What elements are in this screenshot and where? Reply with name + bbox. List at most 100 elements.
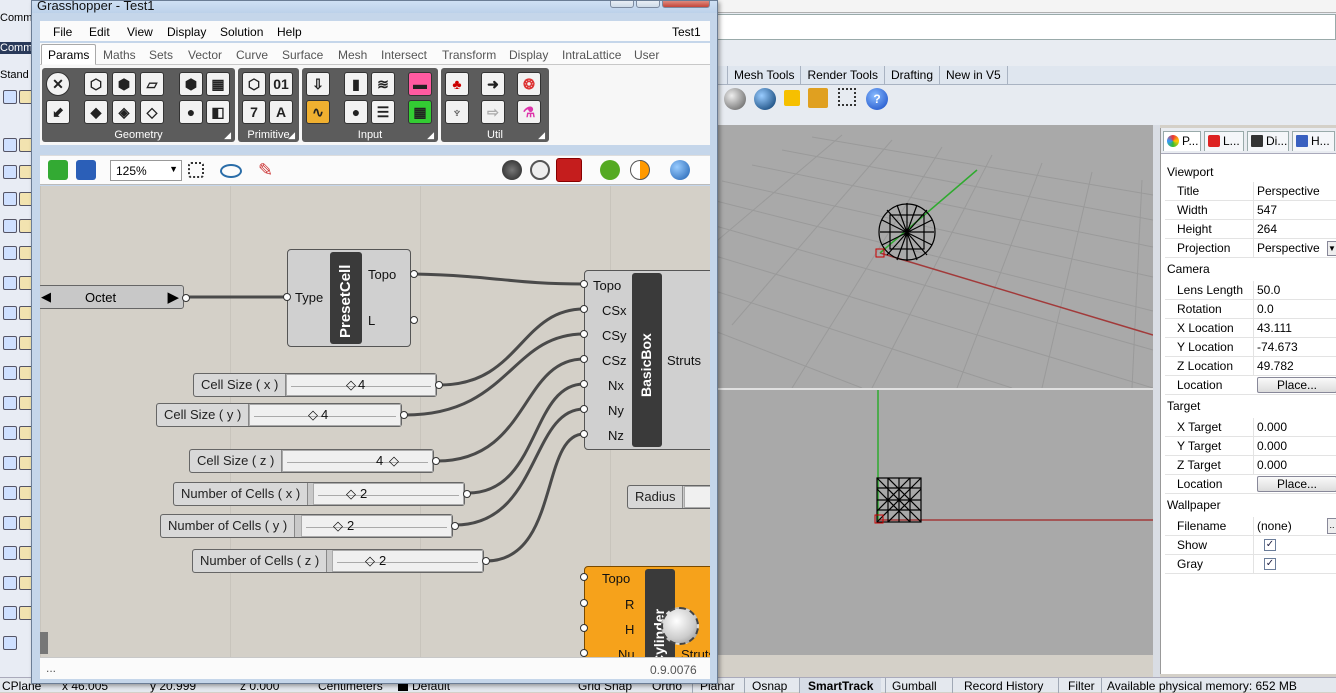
- point-param-icon[interactable]: ◇: [140, 100, 164, 124]
- canvas-scroll-handle[interactable]: [40, 632, 48, 654]
- presetcell-input-grip[interactable]: [283, 293, 291, 301]
- slider-number-of-cells-y-grip[interactable]: [451, 522, 459, 530]
- fillet-icon[interactable]: [3, 456, 17, 470]
- slider-thumb-icon[interactable]: ◇: [346, 486, 356, 502]
- flask-icon[interactable]: ⚗: [517, 100, 541, 124]
- target-place-button[interactable]: Place...: [1257, 476, 1336, 492]
- number-param-icon[interactable]: 7: [242, 100, 266, 124]
- slider-thumb-icon[interactable]: ◇: [389, 453, 399, 469]
- boolean-param-icon[interactable]: ⬡: [242, 72, 266, 96]
- import-icon[interactable]: ⇩: [306, 72, 330, 96]
- fitness-icon[interactable]: ❂: [517, 72, 541, 96]
- array-icon[interactable]: [3, 486, 17, 500]
- slider-number-of-cells-y[interactable]: Number of Cells ( y ) ◇ 2: [160, 514, 453, 538]
- move-icon[interactable]: [3, 366, 17, 380]
- menu-display[interactable]: Display: [167, 25, 206, 39]
- tab-sets[interactable]: Sets: [149, 48, 173, 62]
- menu-view[interactable]: View: [127, 25, 153, 39]
- tab-curve[interactable]: Curve: [236, 48, 268, 62]
- text-icon[interactable]: [3, 576, 17, 590]
- gh-title-bar[interactable]: Grasshopper - Test1: [32, 1, 717, 13]
- value-list-output-grip[interactable]: [182, 294, 190, 302]
- integer-param-icon[interactable]: 01: [269, 72, 293, 96]
- open-file-icon[interactable]: [48, 160, 68, 180]
- rhino-command-line[interactable]: [712, 14, 1336, 40]
- surface-icon[interactable]: [3, 276, 17, 290]
- zoom-select[interactable]: 125% ▼: [110, 160, 182, 181]
- value-list-icon[interactable]: ☰: [371, 100, 395, 124]
- slider-cell-size-x-grip[interactable]: [435, 381, 443, 389]
- text-param-icon[interactable]: A: [269, 100, 293, 124]
- tab-new-in-v5[interactable]: New in V5: [940, 66, 1008, 84]
- cylinder-r-grip[interactable]: [580, 599, 588, 607]
- slider-thumb-icon[interactable]: ◇: [308, 407, 318, 423]
- gh-canvas[interactable]: ◀ Octet ▶ Type PresetCell Topo L Topo CS…: [40, 186, 710, 657]
- presetcell-l-grip[interactable]: [410, 316, 418, 324]
- line-param-icon[interactable]: ◆: [84, 100, 108, 124]
- shaded-preview-icon[interactable]: [556, 158, 582, 182]
- slider-thumb-icon[interactable]: ◇: [346, 377, 356, 393]
- mesh-icon[interactable]: [3, 336, 17, 350]
- colour-swatch-icon[interactable]: ▦: [408, 100, 432, 124]
- slider-thumb-icon[interactable]: ◇: [333, 518, 343, 534]
- camera-place-button[interactable]: Place...: [1257, 377, 1336, 393]
- ztarget-field[interactable]: 0.000: [1257, 458, 1287, 472]
- basicbox-ny-grip[interactable]: [580, 405, 588, 413]
- group-util-label[interactable]: Util ◢: [441, 129, 549, 141]
- width-field[interactable]: 547: [1257, 203, 1277, 217]
- point-icon[interactable]: [3, 138, 17, 152]
- yloc-field[interactable]: -74.673: [1257, 340, 1298, 354]
- slider-icon[interactable]: ≋: [371, 72, 395, 96]
- arrow-left-icon[interactable]: ◀: [41, 289, 51, 305]
- osnap-toggle[interactable]: Osnap: [752, 679, 787, 693]
- slider-number-of-cells-z[interactable]: Number of Cells ( z ) ◇ 2: [192, 549, 484, 573]
- selected-preview-icon[interactable]: [600, 160, 620, 180]
- save-icon[interactable]: [76, 160, 96, 180]
- tab-intralattice[interactable]: IntraLattice: [562, 48, 621, 62]
- tab-mesh-tools[interactable]: Mesh Tools: [728, 66, 802, 84]
- render-settings-gear-icon[interactable]: [808, 88, 828, 108]
- projection-select[interactable]: Perspective: [1257, 241, 1320, 255]
- title-field[interactable]: Perspective: [1257, 184, 1320, 198]
- tab-drafting[interactable]: Drafting: [885, 66, 941, 84]
- basicbox-csx-grip[interactable]: [580, 305, 588, 313]
- circle-param-icon[interactable]: ◈: [112, 100, 136, 124]
- new-file-icon[interactable]: [3, 90, 17, 104]
- perspective-viewport[interactable]: [712, 125, 1153, 388]
- toggle-icon[interactable]: ▮: [344, 72, 368, 96]
- group-geometry-label[interactable]: Geometry ◢: [42, 129, 235, 141]
- geometry-param-icon[interactable]: ●: [179, 100, 203, 124]
- tab-surface[interactable]: Surface: [282, 48, 323, 62]
- record-history-toggle[interactable]: Record History: [964, 679, 1043, 693]
- graph-mapper-icon[interactable]: ∿: [306, 100, 330, 124]
- surface-param-icon[interactable]: ▱: [140, 72, 164, 96]
- selection-window-icon[interactable]: [838, 88, 856, 106]
- smarttrack-toggle[interactable]: SmartTrack: [800, 678, 882, 693]
- help-icon[interactable]: ?: [866, 88, 888, 110]
- eye-icon[interactable]: [220, 164, 242, 178]
- button-icon[interactable]: ●: [344, 100, 368, 124]
- brep-icon[interactable]: ⬢: [112, 72, 136, 96]
- hexagon-icon[interactable]: ⬡: [84, 72, 108, 96]
- lens-field[interactable]: 50.0: [1257, 283, 1280, 297]
- slider-number-of-cells-x[interactable]: Number of Cells ( x ) ◇ 2: [173, 482, 465, 506]
- tab-help[interactable]: H...: [1292, 131, 1335, 151]
- close-x-icon[interactable]: ✕: [46, 72, 70, 96]
- tab-mesh[interactable]: Mesh: [338, 48, 367, 62]
- maximize-button[interactable]: [636, 1, 660, 8]
- basicbox-component[interactable]: Topo CSx CSy CSz Nx Ny Nz BasicBox Strut…: [584, 270, 710, 450]
- render-icon[interactable]: [3, 606, 17, 620]
- presetcell-component[interactable]: Type PresetCell Topo L: [287, 249, 411, 347]
- curve-icon[interactable]: [3, 219, 17, 233]
- slider-track[interactable]: [301, 515, 452, 537]
- tab-properties[interactable]: P...: [1163, 131, 1201, 151]
- tab-user[interactable]: User: [634, 48, 659, 62]
- tree-icon[interactable]: ♆: [445, 100, 469, 124]
- cylinder-nu-grip[interactable]: [580, 649, 588, 657]
- basicbox-nz-grip[interactable]: [580, 430, 588, 438]
- tab-maths[interactable]: Maths: [103, 48, 136, 62]
- tab-vector[interactable]: Vector: [188, 48, 222, 62]
- line-icon[interactable]: [3, 165, 17, 179]
- tab-params[interactable]: Params: [41, 44, 97, 65]
- top-viewport[interactable]: [712, 390, 1153, 655]
